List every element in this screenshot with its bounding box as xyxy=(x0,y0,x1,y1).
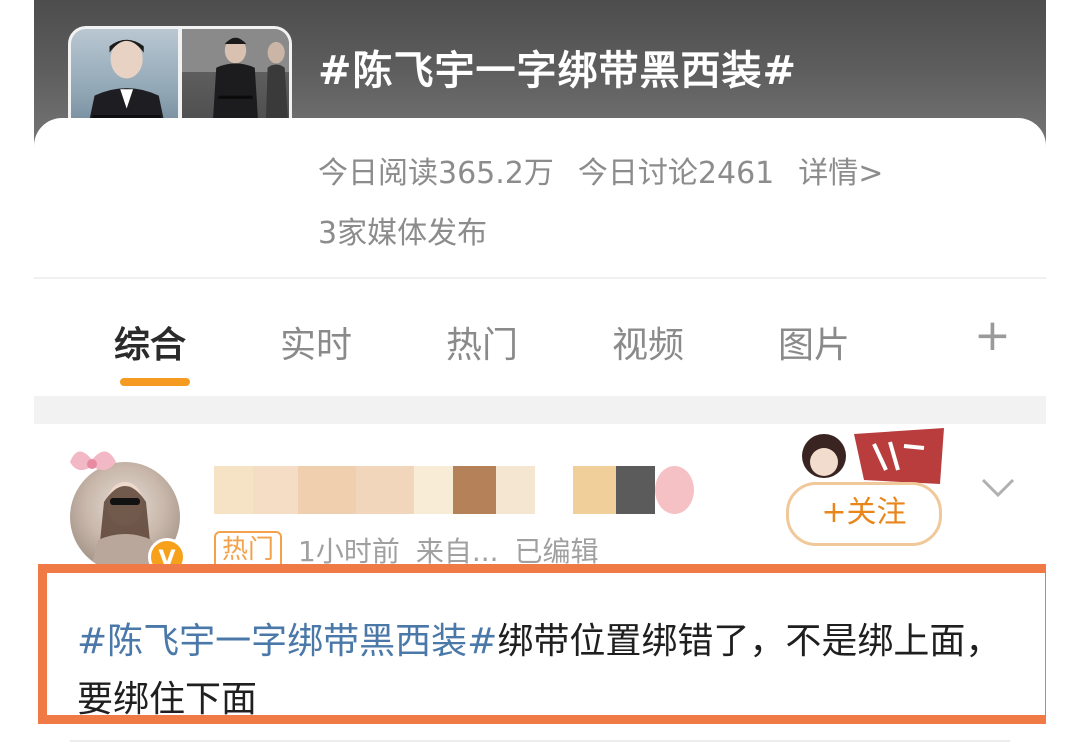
follow-button[interactable]: +关注 xyxy=(786,482,942,546)
media-count[interactable]: 3家媒体发布 xyxy=(318,208,487,252)
weibo-topic-page: #陈飞宇一字绑带黑西装# 今日阅读365.2万 今日讨论2461 详情> 3家媒… xyxy=(34,0,1046,746)
tab-hot[interactable]: 热门 xyxy=(446,316,518,368)
highlight-annotation-box: #陈飞宇一字绑带黑西装#绑带位置绑错了，不是绑上面，要绑住下面 xyxy=(38,564,1046,724)
tab-comprehensive[interactable]: 综合 xyxy=(114,316,186,368)
detail-link[interactable]: 详情> xyxy=(798,148,883,192)
divider xyxy=(70,740,1010,742)
post-content: #陈飞宇一字绑带黑西装#绑带位置绑错了，不是绑上面，要绑住下面 xyxy=(77,613,1037,729)
topic-stats: 今日阅读365.2万 今日讨论2461 详情> xyxy=(318,148,883,192)
discuss-count: 今日讨论2461 xyxy=(577,156,775,191)
post-card: V 热门 1小时前 来自... 已编辑 +关注 #陈飞宇一字绑带黑西装#绑带位置… xyxy=(34,424,1046,746)
section-separator xyxy=(34,396,1046,424)
follow-area: +关注 xyxy=(774,424,954,554)
author-name-redacted[interactable] xyxy=(214,466,694,514)
tab-images[interactable]: 图片 xyxy=(778,316,850,368)
topic-title: #陈飞宇一字绑带黑西装# xyxy=(318,48,798,94)
bow-decoration-icon xyxy=(70,451,116,471)
author-avatar-wrap[interactable]: V xyxy=(70,451,186,576)
chevron-down-icon[interactable] xyxy=(980,476,1016,500)
tab-video[interactable]: 视频 xyxy=(612,316,684,368)
post-hashtag-link[interactable]: #陈飞宇一字绑带黑西装# xyxy=(77,621,497,662)
tab-realtime[interactable]: 实时 xyxy=(280,316,352,368)
active-tab-indicator xyxy=(120,378,190,386)
divider xyxy=(34,277,1046,279)
read-count: 今日阅读365.2万 xyxy=(318,156,554,191)
tab-bar: 综合 实时 热门 视频 图片 + xyxy=(34,300,1046,390)
add-tab-button[interactable]: + xyxy=(974,310,1011,361)
